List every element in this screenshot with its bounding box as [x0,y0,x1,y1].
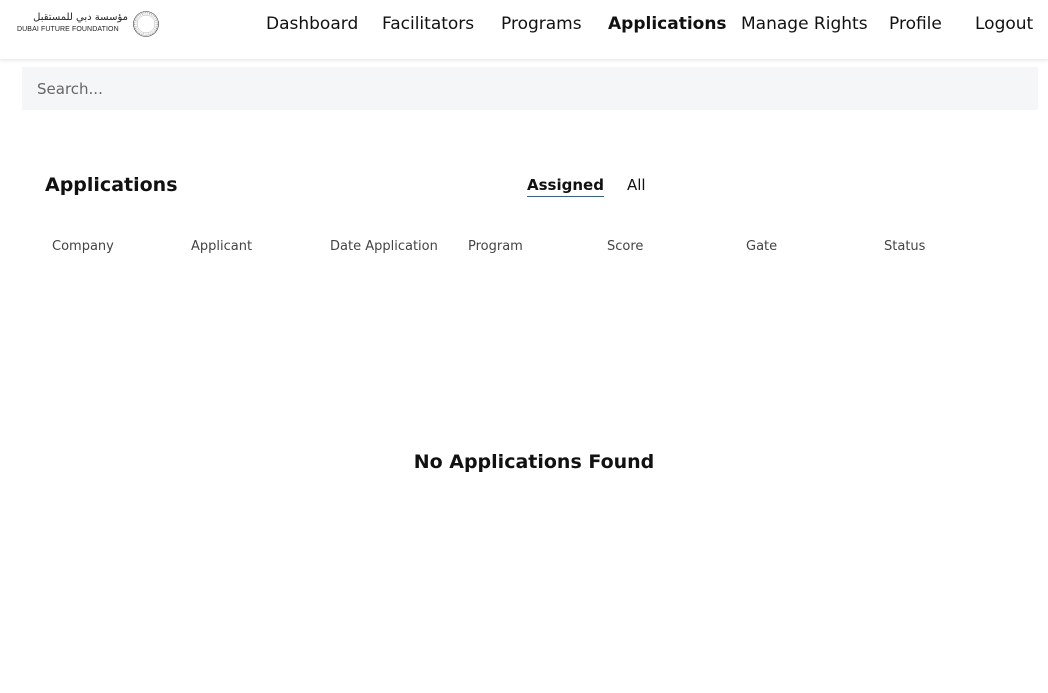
empty-state-message: No Applications Found [413,451,655,473]
nav-programs[interactable]: Programs [501,14,582,34]
dubai-future-foundation-logo[interactable]: مؤسسة دبي للمستقبل DUBAI FUTURE FOUNDATI… [16,10,166,42]
logo-english-text: DUBAI FUTURE FOUNDATION [17,26,119,33]
column-header-score[interactable]: Score [607,239,643,254]
column-header-applicant[interactable]: Applicant [191,239,252,254]
column-header-date-application[interactable]: Date Application [330,239,438,254]
page-title: Applications [45,174,178,196]
top-navbar: مؤسسة دبي للمستقبل DUBAI FUTURE FOUNDATI… [0,0,1048,60]
nav-dashboard[interactable]: Dashboard [266,14,358,34]
nav-applications[interactable]: Applications [608,14,727,34]
tab-assigned[interactable]: Assigned [527,176,604,197]
column-header-gate[interactable]: Gate [746,239,777,254]
logo-arabic-text: مؤسسة دبي للمستقبل [33,12,128,23]
nav-manage-rights[interactable]: Manage Rights [741,14,868,34]
logo-circle-icon [133,11,159,37]
nav-facilitators[interactable]: Facilitators [382,14,474,34]
column-header-program[interactable]: Program [468,239,523,254]
column-header-status[interactable]: Status [884,239,925,254]
tab-all[interactable]: All [627,176,646,194]
search-input[interactable] [22,67,1038,110]
column-header-company[interactable]: Company [52,239,114,254]
nav-profile[interactable]: Profile [889,14,942,34]
nav-logout[interactable]: Logout [975,14,1033,34]
